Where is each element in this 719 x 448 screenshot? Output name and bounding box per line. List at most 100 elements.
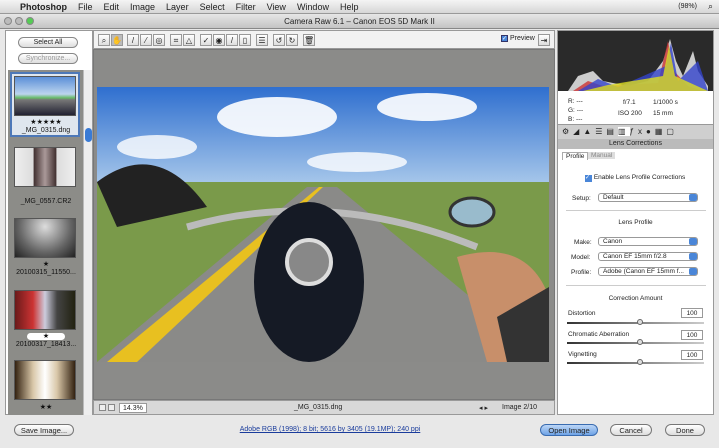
thumbnail-3[interactable]	[14, 218, 76, 258]
menu-bar: Photoshop File Edit Image Layer Select F…	[0, 0, 719, 14]
chromatic-aberration-slider[interactable]	[567, 339, 704, 345]
graduated-filter-icon[interactable]: ▯	[239, 34, 251, 46]
shutter-speed: 1/1000 s	[653, 99, 678, 106]
chromatic-aberration-value[interactable]: 100	[681, 330, 703, 340]
vignetting-slider[interactable]	[567, 359, 704, 365]
zoom-level-select[interactable]: 14.3%	[119, 403, 147, 413]
setup-select[interactable]: Default	[598, 193, 698, 202]
menu-help[interactable]: Help	[340, 2, 359, 12]
g-value: ---	[576, 107, 584, 114]
color-sampler-icon[interactable]: ⁄	[140, 34, 152, 46]
menu-filter[interactable]: Filter	[236, 2, 256, 12]
cancel-button[interactable]: Cancel	[610, 424, 652, 436]
battery-status[interactable]: (98%)	[678, 3, 697, 10]
slider-knob[interactable]	[637, 359, 643, 365]
brush-icon[interactable]: /	[226, 34, 238, 46]
divider	[566, 210, 706, 211]
menu-window[interactable]: Window	[297, 2, 329, 12]
chromatic-aberration-label: Chromatic Aberration	[568, 331, 630, 338]
slider-knob[interactable]	[637, 339, 643, 345]
thumbnail-5[interactable]	[14, 360, 76, 400]
rating[interactable]: ★	[8, 332, 84, 340]
rating[interactable]: ★★	[8, 403, 84, 411]
menu-file[interactable]: File	[78, 2, 93, 12]
save-image-button[interactable]: Save Image...	[14, 424, 74, 436]
filmstrip: ★★★★★ _MG_0315.dng _MG_0557.CR2 ★ 201003…	[8, 70, 84, 415]
straighten-icon[interactable]: △	[183, 34, 195, 46]
fullscreen-icon[interactable]: ⇥	[538, 34, 550, 46]
zoom-window-icon[interactable]	[26, 17, 34, 25]
thumbnail-name: 20100317_18413...	[15, 341, 77, 348]
lens-profile-heading: Lens Profile	[618, 219, 653, 226]
distortion-label: Distortion	[568, 310, 596, 317]
preferences-icon[interactable]: ☰	[256, 34, 268, 46]
workflow-options-link[interactable]: Adobe RGB (1998); 8 bit; 5616 by 3405 (1…	[200, 426, 460, 433]
r-label: R:	[568, 98, 575, 105]
model-select[interactable]: Canon EF 15mm f/2.8	[598, 252, 698, 261]
red-eye-icon[interactable]: ◉	[213, 34, 225, 46]
menu-layer[interactable]: Layer	[166, 2, 189, 12]
zoom-in-icon[interactable]	[108, 404, 115, 411]
thumbnail-2[interactable]	[14, 147, 76, 187]
divider	[566, 285, 706, 286]
spotlight-icon[interactable]: ⌕	[708, 1, 713, 12]
tab-profile[interactable]: Profile	[562, 152, 589, 160]
menu-edit[interactable]: Edit	[104, 2, 120, 12]
preview-image[interactable]	[97, 87, 549, 362]
rating[interactable]: ★★★★★	[8, 118, 84, 126]
rotate-right-icon[interactable]: ↻	[286, 34, 298, 46]
vignetting-value[interactable]: 100	[681, 350, 703, 360]
preview-checkbox[interactable]: ✓ Preview	[501, 35, 535, 42]
thumbnail-4[interactable]	[14, 290, 76, 330]
g-label: G:	[568, 107, 575, 114]
open-image-button[interactable]: Open Image	[540, 424, 598, 436]
crop-icon[interactable]: ⌗	[170, 34, 182, 46]
thumbnail-name: _MG_0557.CR2	[20, 198, 72, 205]
b-value: ---	[575, 116, 583, 123]
thumbnail-1[interactable]	[14, 76, 76, 116]
r-value: ---	[576, 98, 583, 105]
enable-profile-checkbox[interactable]: ✓ Enable Lens Profile Corrections	[585, 174, 685, 182]
enable-label: Enable Lens Profile Corrections	[593, 174, 686, 181]
menu-image[interactable]: Image	[130, 2, 155, 12]
spot-removal-icon[interactable]: ✓	[200, 34, 212, 46]
zoom-tool-icon[interactable]: ⌕	[98, 34, 110, 46]
synchronize-button[interactable]: Synchronize...	[18, 53, 78, 64]
menu-app[interactable]: Photoshop	[20, 2, 67, 12]
lens-corrections-tab-icon[interactable]: ▥	[617, 127, 630, 136]
checkbox-icon[interactable]: ✓	[585, 175, 592, 182]
rgb-readout: R: --- G: --- B: ---	[568, 97, 583, 124]
white-balance-icon[interactable]: /	[127, 34, 139, 46]
scroll-thumb[interactable]	[85, 128, 92, 142]
thumbnail-name: _MG_0315.dng	[21, 127, 71, 134]
done-button[interactable]: Done	[665, 424, 705, 436]
profile-label: Profile:	[571, 269, 592, 276]
targeted-adjust-icon[interactable]: ◎	[153, 34, 165, 46]
close-window-icon[interactable]	[4, 17, 12, 25]
hand-tool-icon[interactable]: ✋	[111, 34, 123, 46]
tool-bar: ⌕ ✋ / ⁄ ◎ ⌗ △ ✓ ◉ / ▯ ☰ ↺ ↻ 🗑 ✓ Preview …	[93, 30, 555, 49]
slider-knob[interactable]	[637, 319, 643, 325]
distortion-slider[interactable]	[567, 319, 704, 325]
rotate-left-icon[interactable]: ↺	[273, 34, 285, 46]
prev-next-icon[interactable]: ◂ ▸	[479, 404, 488, 412]
select-all-button[interactable]: Select All	[18, 37, 78, 48]
iso: ISO 200	[618, 110, 642, 117]
trash-icon[interactable]: 🗑	[303, 34, 315, 46]
zoom-out-icon[interactable]	[99, 404, 106, 411]
panel-tabs-icons[interactable]: ⚙◢▲☰▤▥ƒx●▦▢	[558, 124, 713, 139]
image-count: Image 2/10	[502, 404, 538, 411]
distortion-value[interactable]: 100	[681, 308, 703, 318]
profile-select[interactable]: Adobe (Canon EF 15mm f...	[598, 267, 698, 276]
menu-view[interactable]: View	[267, 2, 286, 12]
model-label: Model:	[571, 254, 591, 261]
make-select[interactable]: Canon	[598, 237, 698, 246]
window-title: Camera Raw 6.1 – Canon EOS 5D Mark II	[284, 17, 435, 26]
rating[interactable]: ★	[8, 260, 84, 268]
correction-heading: Correction Amount	[608, 295, 663, 302]
tab-manual[interactable]: Manual	[588, 152, 616, 159]
histogram	[558, 31, 713, 91]
menu-select[interactable]: Select	[200, 2, 225, 12]
filmstrip-scrollbar[interactable]	[83, 70, 92, 415]
minimize-window-icon[interactable]	[15, 17, 23, 25]
